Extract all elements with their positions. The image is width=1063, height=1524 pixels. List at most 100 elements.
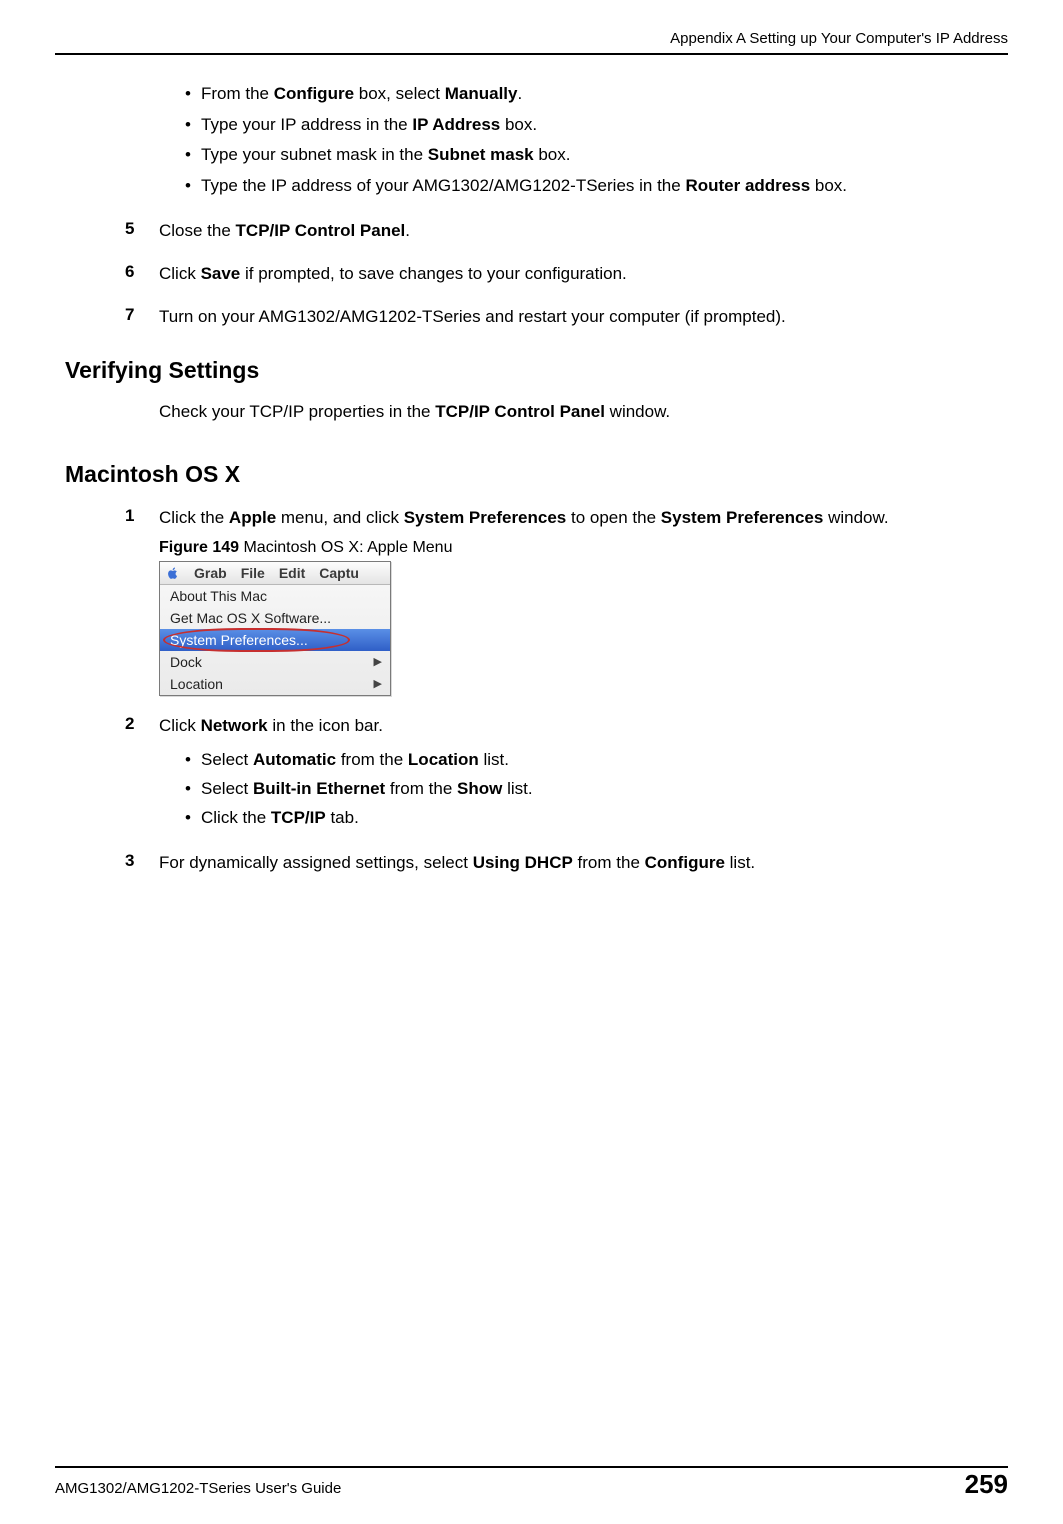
step-number: 5 — [125, 219, 159, 244]
text: Select — [201, 750, 253, 769]
bold: TCP/IP Control Panel — [236, 221, 406, 240]
step-number: 6 — [125, 262, 159, 287]
text: box. — [534, 145, 571, 164]
bold: Using DHCP — [473, 853, 573, 872]
step-number: 1 — [125, 506, 159, 531]
bold: Manually — [445, 84, 518, 103]
text: in the icon bar. — [268, 716, 383, 735]
step-text: Click Save if prompted, to save changes … — [159, 262, 627, 287]
text: . — [405, 221, 410, 240]
text: if prompted, to save changes to your con… — [240, 264, 627, 283]
submenu-arrow-icon: ▶ — [374, 677, 382, 690]
footer: AMG1302/AMG1202-TSeries User's Guide 259 — [55, 1469, 1008, 1500]
apple-logo-icon — [166, 566, 180, 580]
bullet-item: Type the IP address of your AMG1302/AMG1… — [185, 171, 1008, 202]
text: tab. — [326, 808, 359, 827]
step-6: 6 Click Save if prompted, to save change… — [125, 262, 1008, 287]
figure-label: Figure 149 — [159, 539, 239, 556]
text: . — [518, 84, 523, 103]
text: window. — [605, 402, 670, 421]
osx-step-2: 2 Click Network in the icon bar. — [125, 714, 1008, 739]
text: From the — [201, 84, 274, 103]
text: Click — [159, 716, 201, 735]
bold: Configure — [645, 853, 725, 872]
menu-label: Location — [170, 676, 223, 692]
text: Select — [201, 779, 253, 798]
text: Click — [159, 264, 201, 283]
heading-macintosh-osx: Macintosh OS X — [65, 461, 1008, 488]
bold: Location — [408, 750, 479, 769]
step-text: Turn on your AMG1302/AMG1202-TSeries and… — [159, 305, 786, 330]
text: list. — [502, 779, 532, 798]
menu-label: About This Mac — [170, 588, 267, 604]
bold: Configure — [274, 84, 354, 103]
step-number: 7 — [125, 305, 159, 330]
submenu-arrow-icon: ▶ — [374, 655, 382, 668]
menu-item-about[interactable]: About This Mac — [160, 585, 390, 607]
bold: Subnet mask — [428, 145, 534, 164]
page-number: 259 — [965, 1469, 1008, 1500]
text: from the — [336, 750, 408, 769]
bold: TCP/IP — [271, 808, 326, 827]
step-text: Click Network in the icon bar. — [159, 714, 383, 739]
bullet-item: Click the TCP/IP tab. — [185, 804, 1008, 833]
menu-item-dock[interactable]: Dock ▶ — [160, 651, 390, 673]
text: list. — [479, 750, 509, 769]
verify-paragraph: Check your TCP/IP properties in the TCP/… — [159, 400, 1008, 425]
top-rule — [55, 53, 1008, 55]
text: For dynamically assigned settings, selec… — [159, 853, 473, 872]
text: menu, and click — [276, 508, 404, 527]
bullet-item: From the Configure box, select Manually. — [185, 79, 1008, 110]
bullet-item: Type your subnet mask in the Subnet mask… — [185, 140, 1008, 171]
bold: Automatic — [253, 750, 336, 769]
menubar: Grab File Edit Captu — [160, 562, 390, 585]
osx-step-1: 1 Click the Apple menu, and click System… — [125, 506, 1008, 531]
text: from the — [385, 779, 457, 798]
text: box. — [500, 115, 537, 134]
text: box. — [810, 176, 847, 195]
bold: TCP/IP Control Panel — [435, 402, 605, 421]
text: window. — [823, 508, 888, 527]
text: list. — [725, 853, 755, 872]
text: Type the IP address of your AMG1302/AMG1… — [201, 176, 685, 195]
menu-label: System Preferences... — [170, 632, 308, 648]
bullet-list-top: From the Configure box, select Manually.… — [185, 79, 1008, 201]
bold: System Preferences — [404, 508, 567, 527]
bold: System Preferences — [661, 508, 824, 527]
text: box, select — [354, 84, 445, 103]
step-7: 7 Turn on your AMG1302/AMG1202-TSeries a… — [125, 305, 1008, 330]
bold: Save — [201, 264, 241, 283]
step-text: Close the TCP/IP Control Panel. — [159, 219, 410, 244]
step-5: 5 Close the TCP/IP Control Panel. — [125, 219, 1008, 244]
running-head: Appendix A Setting up Your Computer's IP… — [55, 30, 1008, 53]
menubar-item: Edit — [279, 565, 305, 581]
text: Close the — [159, 221, 236, 240]
menubar-item: Grab — [194, 565, 227, 581]
step-number: 2 — [125, 714, 159, 739]
page: Appendix A Setting up Your Computer's IP… — [0, 0, 1063, 1524]
apple-menu-figure: Grab File Edit Captu About This Mac Get … — [159, 561, 391, 696]
text: from the — [573, 853, 645, 872]
menu-item-system-preferences[interactable]: System Preferences... — [160, 629, 390, 651]
footer-guide-title: AMG1302/AMG1202-TSeries User's Guide — [55, 1480, 341, 1497]
osx-step-3: 3 For dynamically assigned settings, sel… — [125, 851, 1008, 876]
bold: Show — [457, 779, 502, 798]
menubar-item: Captu — [319, 565, 359, 581]
figure-title: Macintosh OS X: Apple Menu — [239, 539, 452, 556]
bold: Router address — [685, 176, 810, 195]
menu-item-get-software[interactable]: Get Mac OS X Software... — [160, 607, 390, 629]
bold: Apple — [229, 508, 276, 527]
step-text: Click the Apple menu, and click System P… — [159, 506, 889, 531]
menubar-item: File — [241, 565, 265, 581]
bullet-item: Select Built-in Ethernet from the Show l… — [185, 775, 1008, 804]
menu-body: About This Mac Get Mac OS X Software... … — [160, 585, 390, 695]
bullet-item: Select Automatic from the Location list. — [185, 746, 1008, 775]
osx-step2-bullets: Select Automatic from the Location list.… — [185, 746, 1008, 833]
step-number: 3 — [125, 851, 159, 876]
bullet-item: Type your IP address in the IP Address b… — [185, 110, 1008, 141]
bold: Network — [201, 716, 268, 735]
text: to open the — [566, 508, 661, 527]
text: Check your TCP/IP properties in the — [159, 402, 435, 421]
text: Click the — [201, 808, 271, 827]
menu-item-location[interactable]: Location ▶ — [160, 673, 390, 695]
